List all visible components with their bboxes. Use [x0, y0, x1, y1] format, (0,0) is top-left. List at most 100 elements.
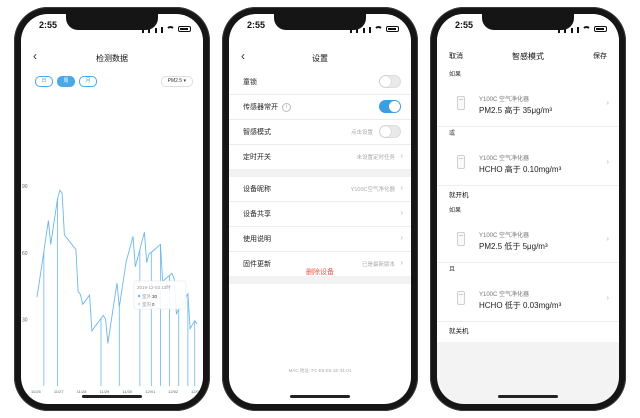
setting-instructions[interactable]: 使用说明 › — [229, 227, 411, 252]
chevron-right-icon: › — [400, 183, 403, 192]
setting-label: 设备昵称 — [243, 186, 271, 193]
screen-smart-mode: 2:55 取消 智感模式 保存 如果 Y100C 空气净化器 PM2.5 高于 … — [437, 14, 619, 404]
setting-label: 定时开关 — [243, 154, 271, 161]
turn-off-label: 就关机 — [449, 328, 469, 335]
setting-timer[interactable]: 定时开关 未设置定时任务 › — [229, 145, 411, 169]
setting-value: Y100C空气净化器 — [350, 187, 395, 193]
condition-text: PM2.5 低于 5μg/m³ — [479, 242, 548, 251]
chart-tooltip: 2019-12-03 13时 室外 30 室内 0 — [133, 280, 187, 310]
setting-label: 传感器常开 — [243, 104, 278, 111]
x-tick-label: 12/01 — [145, 389, 156, 394]
device-name: Y100C 空气净化器 — [479, 292, 530, 298]
chevron-right-icon: › — [606, 157, 609, 166]
child-lock-toggle[interactable] — [379, 75, 401, 88]
home-indicator — [82, 395, 142, 398]
turn-off-rules: 如果 Y100C 空气净化器 PM2.5 低于 5μg/m³ › 且 Y100C… — [437, 204, 619, 342]
purifier-icon — [457, 96, 465, 110]
outdoor-series-line — [36, 189, 198, 344]
x-tick-label: 11/30 — [122, 389, 132, 394]
setting-sensor-always-on[interactable]: 传感器常开 i — [229, 95, 411, 120]
battery-icon — [594, 26, 607, 32]
purifier-icon — [457, 155, 465, 169]
sensor-always-on-toggle[interactable] — [379, 100, 401, 113]
x-tick-label: 12/03 — [191, 389, 202, 394]
phone-frame-2: 2:55 ‹ 设置 童锁 传感器常开 i 智感模式 点击设置 定时开关 未设置定… — [222, 7, 418, 411]
setting-device-share[interactable]: 设备共享 › — [229, 202, 411, 227]
if-label: 如果 — [449, 208, 462, 214]
condition-card[interactable]: Y100C 空气净化器 PM2.5 高于 35μg/m³ › — [437, 82, 619, 127]
settings-group-1: 童锁 传感器常开 i 智感模式 点击设置 定时开关 未设置定时任务 › 设备昵称 … — [229, 70, 411, 284]
battery-icon — [386, 26, 399, 32]
wifi-icon — [166, 26, 175, 32]
wifi-icon — [582, 26, 591, 32]
notch — [274, 14, 366, 30]
chevron-right-icon: › — [606, 98, 609, 107]
page-title: 智感模式 — [512, 52, 544, 61]
period-segmented-control: 日 周 月 — [35, 76, 97, 87]
metric-select[interactable]: PM2.5 ▾ — [160, 76, 193, 87]
setting-child-lock[interactable]: 童锁 — [229, 70, 411, 95]
phone-frame-1: 2:55 ‹ 检测数据 日 周 月 PM2.5 ▾ 90 60 30 11/26 11… — [14, 7, 210, 411]
status-time: 2:55 — [247, 20, 266, 30]
delete-device-button[interactable]: 删除设备 — [229, 267, 411, 277]
x-tick-label: 11/28 — [77, 389, 87, 394]
home-indicator — [498, 395, 558, 398]
condition-card[interactable]: Y100C 空气净化器 HCHO 高于 0.10mg/m³ › — [437, 141, 619, 186]
notch — [66, 14, 158, 30]
turn-on-rules: 如果 Y100C 空气净化器 PM2.5 高于 35μg/m³ › 或 Y100… — [437, 68, 619, 206]
and-label: 且 — [449, 267, 456, 273]
setting-value: 未设置定时任务 — [356, 155, 395, 161]
segment-month[interactable]: 月 — [79, 76, 97, 87]
chevron-right-icon: › — [400, 233, 403, 242]
page-title: 检测数据 — [96, 54, 128, 63]
condition-text: HCHO 低于 0.03mg/m³ — [479, 301, 562, 310]
setting-smart-mode[interactable]: 智感模式 点击设置 — [229, 120, 411, 145]
x-tick-label: 11/27 — [54, 389, 64, 394]
turn-on-label: 就开机 — [449, 192, 469, 199]
tooltip-outdoor-value: 30 — [152, 294, 158, 299]
chevron-right-icon: › — [400, 208, 403, 217]
tooltip-date: 2019-12-03 13时 — [137, 284, 171, 290]
phone-frame-3: 2:55 取消 智感模式 保存 如果 Y100C 空气净化器 PM2.5 高于 … — [430, 7, 626, 411]
segment-week[interactable]: 周 — [57, 76, 75, 87]
purifier-icon — [457, 291, 465, 305]
save-button[interactable]: 保存 — [593, 51, 607, 61]
info-icon[interactable]: i — [282, 102, 291, 112]
battery-icon — [178, 26, 191, 32]
nav-bar: 取消 智感模式 保存 — [437, 36, 619, 68]
x-tick-label: 11/26 — [31, 389, 41, 394]
chevron-right-icon: › — [606, 234, 609, 243]
setting-label: 智感模式 — [243, 129, 271, 136]
wifi-icon — [374, 26, 383, 32]
screen-settings: 2:55 ‹ 设置 童锁 传感器常开 i 智感模式 点击设置 定时开关 未设置定… — [229, 14, 411, 404]
pm25-line-chart: 90 60 30 11/26 11/27 11/28 11/29 11/30 12/01 12/… — [22, 184, 202, 394]
setting-label: 童锁 — [243, 79, 257, 86]
condition-card[interactable]: Y100C 空气净化器 HCHO 低于 0.03mg/m³ › — [437, 277, 619, 322]
segment-day[interactable]: 日 — [35, 76, 53, 87]
setting-device-nickname[interactable]: 设备昵称 Y100C空气净化器 › — [229, 177, 411, 202]
setting-label: 设备共享 — [243, 211, 271, 218]
y-tick-label: 30 — [22, 317, 28, 323]
smart-mode-toggle[interactable] — [379, 125, 401, 138]
condition-text: PM2.5 高于 35μg/m³ — [479, 106, 553, 115]
mac-address: MAC 地址: FC-E6-E6-1E-31-01 — [288, 368, 352, 373]
device-name: Y100C 空气净化器 — [479, 156, 530, 162]
home-indicator — [290, 395, 350, 398]
x-tick-label: 12/02 — [168, 389, 179, 394]
tooltip-outdoor-label: 室外 — [142, 293, 151, 300]
chevron-right-icon: › — [400, 151, 403, 160]
nav-bar: ‹ 检测数据 — [21, 48, 203, 70]
or-label: 或 — [449, 131, 456, 137]
purifier-icon — [457, 232, 465, 246]
setting-value: 点击设置 — [350, 130, 373, 136]
device-name: Y100C 空气净化器 — [479, 233, 530, 239]
condition-text: HCHO 高于 0.10mg/m³ — [479, 165, 562, 174]
device-name: Y100C 空气净化器 — [479, 97, 530, 103]
setting-label: 使用说明 — [243, 236, 271, 243]
condition-card[interactable]: Y100C 空气净化器 PM2.5 低于 5μg/m³ › — [437, 218, 619, 263]
screen-monitoring-data: 2:55 ‹ 检测数据 日 周 月 PM2.5 ▾ 90 60 30 11/26 11… — [21, 14, 203, 404]
if-label: 如果 — [449, 72, 462, 78]
tooltip-indoor-label: 室内 — [142, 301, 151, 308]
page-title: 设置 — [312, 54, 328, 63]
chevron-right-icon: › — [606, 293, 609, 302]
